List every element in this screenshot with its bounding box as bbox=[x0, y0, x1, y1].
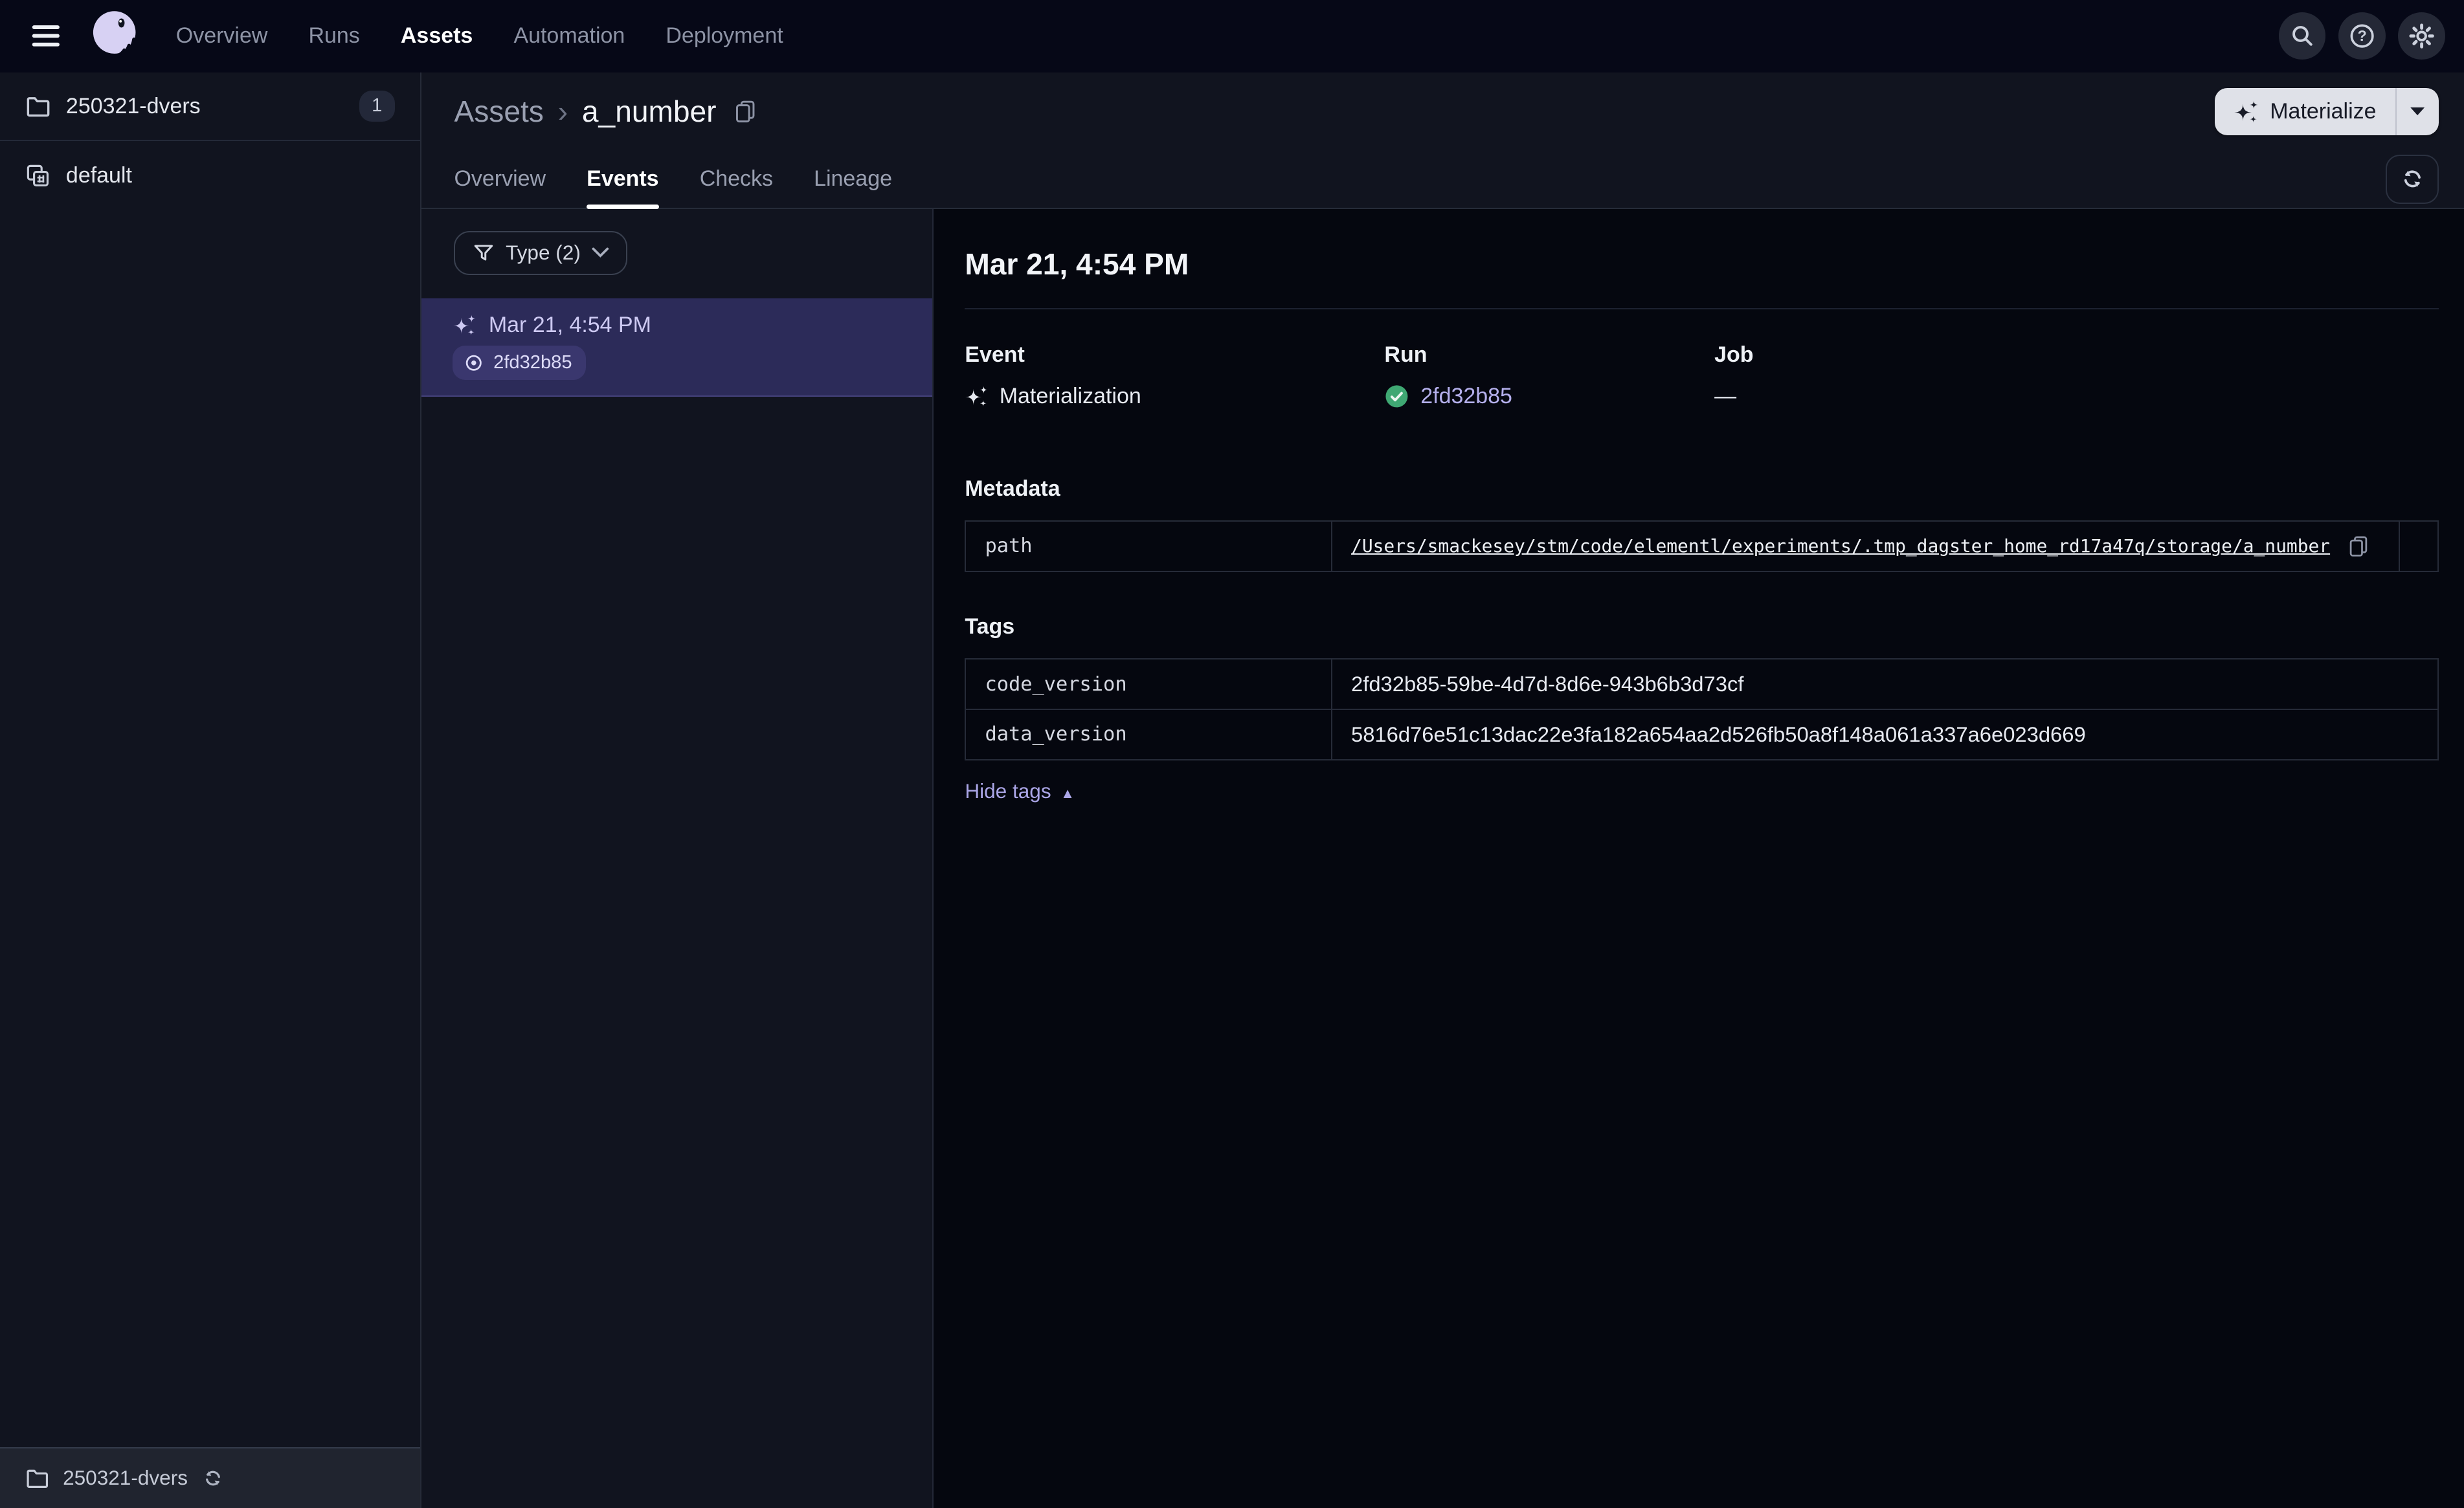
table-row: data_version 5816d76e51c13dac22e3fa182a6… bbox=[965, 709, 2439, 760]
tag-key: code_version bbox=[965, 658, 1332, 711]
materialization-sparkle-icon bbox=[965, 384, 988, 408]
settings-button[interactable] bbox=[2398, 12, 2445, 60]
tab-overview[interactable]: Overview bbox=[454, 151, 546, 208]
hamburger-menu-button[interactable] bbox=[19, 10, 73, 63]
sidebar-group-label: 250321-dvers bbox=[65, 93, 201, 118]
metadata-section: Metadata path /Users/smackesey/stm/code/… bbox=[965, 476, 2439, 572]
hamburger-icon bbox=[32, 23, 60, 49]
tag-value: 2fd32b85-59be-4d7d-8d6e-943b6b3d73cf bbox=[1330, 658, 2439, 711]
materialization-sparkle-icon bbox=[2234, 99, 2259, 124]
nav-item-deployment[interactable]: Deployment bbox=[666, 23, 783, 49]
materialization-sparkle-icon bbox=[453, 313, 476, 337]
tag-key: data_version bbox=[965, 709, 1332, 760]
tab-lineage[interactable]: Lineage bbox=[814, 151, 892, 208]
sidebar-footer: 250321-dvers bbox=[0, 1447, 420, 1508]
run-target-icon bbox=[464, 353, 484, 373]
tags-heading: Tags bbox=[965, 614, 1015, 639]
tab-checks[interactable]: Checks bbox=[700, 151, 773, 208]
event-list-panel: Type (2) Mar 21, 4:54 PM 2fd32b85 bbox=[421, 208, 934, 1508]
folder-icon bbox=[25, 94, 50, 119]
metadata-path-link[interactable]: /Users/smackesey/stm/code/elementl/exper… bbox=[1351, 535, 2330, 557]
event-detail-panel: Mar 21, 4:54 PM Event Materialization Ru… bbox=[933, 208, 2464, 1508]
metadata-heading: Metadata bbox=[965, 476, 1060, 501]
event-type-value: Materialization bbox=[999, 383, 1141, 408]
sidebar-item-default[interactable]: default bbox=[0, 141, 420, 210]
materialize-dropdown-button[interactable] bbox=[2396, 87, 2439, 135]
refresh-icon bbox=[2400, 166, 2425, 192]
materialize-button[interactable]: Materialize bbox=[2215, 87, 2397, 135]
copy-path-button[interactable] bbox=[2347, 535, 2369, 558]
metadata-table: path /Users/smackesey/stm/code/elementl/… bbox=[965, 520, 2439, 572]
sidebar-group-250321-dvers[interactable]: 250321-dvers 1 bbox=[0, 72, 420, 142]
main-area: Assets › a_number Materialize Overview E… bbox=[421, 72, 2464, 1508]
copy-icon bbox=[734, 99, 757, 124]
run-id-link[interactable]: 2fd32b85 bbox=[1420, 384, 1512, 409]
asset-group-icon bbox=[25, 163, 50, 188]
breadcrumb-assets-link[interactable]: Assets bbox=[454, 94, 543, 129]
event-summary: Event Materialization Run 2fd32b85 Job — bbox=[965, 342, 2439, 408]
tab-events[interactable]: Events bbox=[587, 151, 659, 210]
asset-count-badge: 1 bbox=[359, 90, 395, 122]
top-nav-actions: ? bbox=[2278, 12, 2445, 60]
nav-item-overview[interactable]: Overview bbox=[176, 23, 268, 49]
metadata-expand-cell bbox=[2398, 520, 2439, 572]
event-list-item-selected[interactable]: Mar 21, 4:54 PM 2fd32b85 bbox=[421, 298, 932, 397]
filter-funnel-icon bbox=[473, 242, 495, 264]
event-timestamp: Mar 21, 4:54 PM bbox=[488, 312, 651, 337]
search-button[interactable] bbox=[2278, 12, 2326, 60]
app-shell: 250321-dvers 1 default 250321-dvers Asse… bbox=[0, 72, 2464, 1508]
tag-value: 5816d76e51c13dac22e3fa182a654aa2d526fb50… bbox=[1330, 709, 2439, 760]
primary-nav: Overview Runs Assets Automation Deployme… bbox=[176, 23, 783, 49]
tags-section: Tags code_version 2fd32b85-59be-4d7d-8d6… bbox=[965, 614, 2439, 804]
breadcrumb: Assets › a_number Materialize bbox=[421, 72, 2464, 151]
run-success-icon bbox=[1384, 384, 1409, 409]
gear-icon bbox=[2408, 23, 2435, 49]
dagster-logo[interactable] bbox=[85, 6, 144, 66]
events-content: Type (2) Mar 21, 4:54 PM 2fd32b85 Mar 21… bbox=[421, 208, 2464, 1508]
search-icon bbox=[2290, 23, 2315, 49]
table-row: path /Users/smackesey/stm/code/elementl/… bbox=[965, 520, 2439, 572]
hide-tags-toggle[interactable]: Hide tags ▲ bbox=[965, 779, 1074, 803]
event-type-filter-label: Type (2) bbox=[506, 241, 581, 265]
nav-item-runs[interactable]: Runs bbox=[308, 23, 359, 49]
dagster-app: Overview Runs Assets Automation Deployme… bbox=[0, 0, 2464, 1508]
job-column-header: Job bbox=[1714, 342, 1754, 368]
asset-tabs: Overview Events Checks Lineage bbox=[421, 151, 2464, 210]
sidebar-item-label: default bbox=[65, 163, 132, 188]
chevron-down-icon bbox=[592, 247, 609, 258]
folder-icon bbox=[25, 1467, 49, 1490]
event-detail-title: Mar 21, 4:54 PM bbox=[965, 247, 2439, 310]
help-icon: ? bbox=[2349, 23, 2375, 49]
reload-code-location-button[interactable] bbox=[202, 1467, 224, 1489]
chevron-right-icon: › bbox=[557, 94, 568, 129]
hide-tags-label: Hide tags bbox=[965, 779, 1051, 803]
page-title: a_number bbox=[581, 94, 717, 129]
event-type-filter[interactable]: Type (2) bbox=[454, 230, 628, 275]
triangle-up-icon: ▲ bbox=[1060, 784, 1075, 801]
svg-text:?: ? bbox=[2357, 27, 2366, 44]
run-column-header: Run bbox=[1384, 342, 1428, 368]
event-item-header: Mar 21, 4:54 PM bbox=[453, 313, 901, 338]
materialize-button-label: Materialize bbox=[2270, 98, 2377, 124]
nav-item-automation[interactable]: Automation bbox=[513, 23, 625, 49]
metadata-key: path bbox=[965, 520, 1332, 572]
tags-table: code_version 2fd32b85-59be-4d7d-8d6e-943… bbox=[965, 658, 2439, 760]
copy-asset-name-button[interactable] bbox=[734, 99, 757, 124]
nav-item-assets[interactable]: Assets bbox=[401, 23, 473, 49]
table-row: code_version 2fd32b85-59be-4d7d-8d6e-943… bbox=[965, 658, 2439, 711]
asset-catalog-sidebar: 250321-dvers 1 default 250321-dvers bbox=[0, 72, 421, 1508]
top-nav: Overview Runs Assets Automation Deployme… bbox=[0, 0, 2464, 72]
help-button[interactable]: ? bbox=[2338, 12, 2386, 60]
copy-icon bbox=[2347, 535, 2369, 558]
job-value: — bbox=[1714, 383, 1737, 408]
materialize-split-button: Materialize bbox=[2215, 87, 2439, 135]
event-column-header: Event bbox=[965, 342, 1025, 368]
event-run-chip[interactable]: 2fd32b85 bbox=[453, 346, 587, 380]
event-run-id: 2fd32b85 bbox=[493, 351, 572, 373]
refresh-events-button[interactable] bbox=[2385, 155, 2439, 204]
caret-down-icon bbox=[2410, 106, 2425, 117]
footer-code-location-label: 250321-dvers bbox=[63, 1466, 188, 1490]
